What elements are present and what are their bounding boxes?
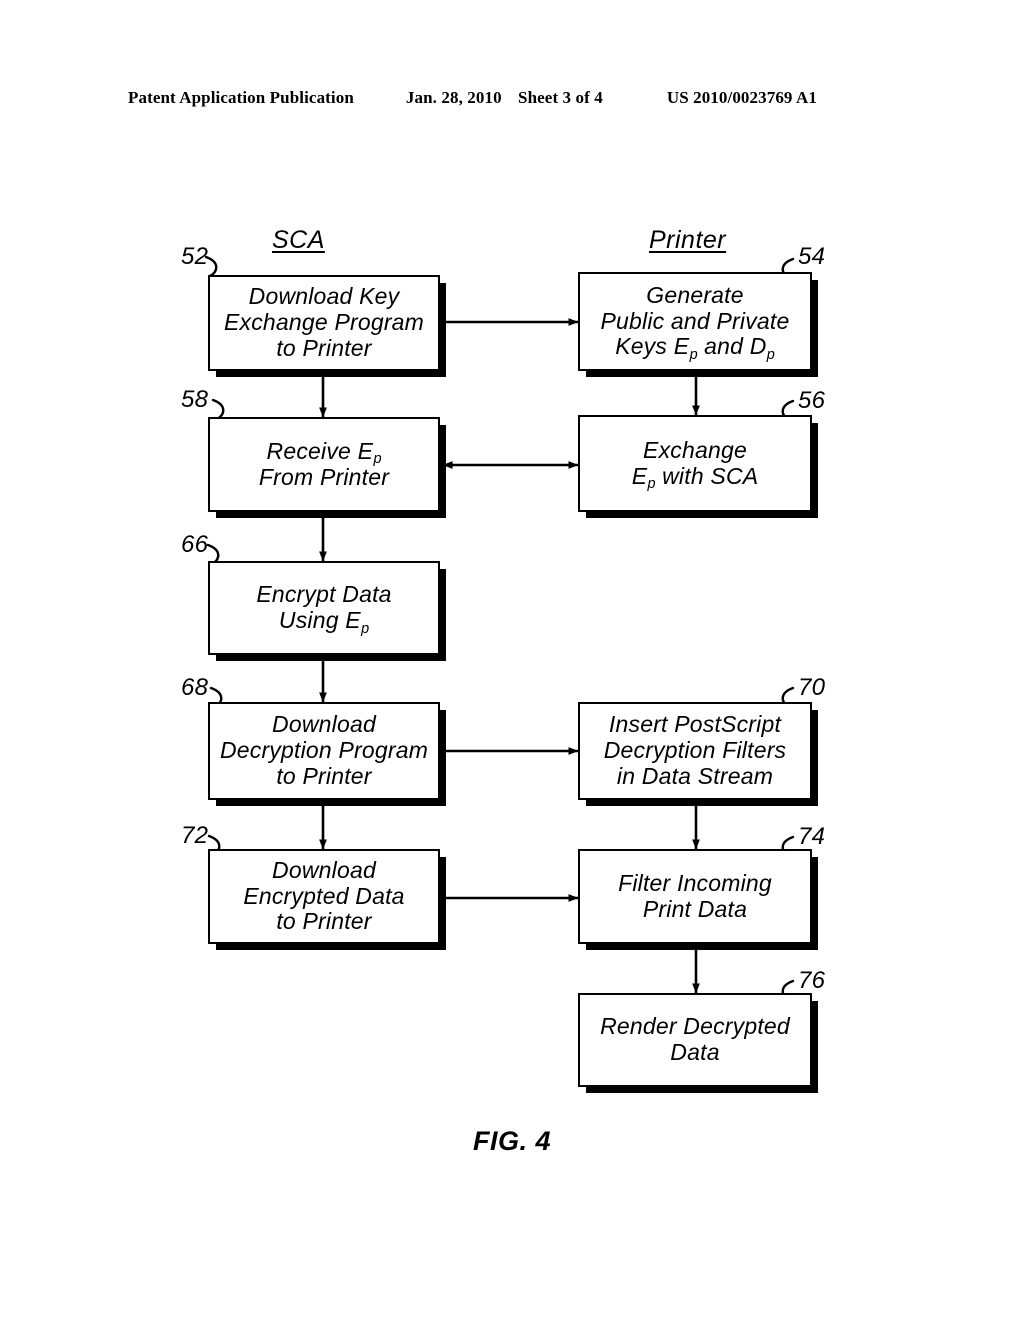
process-box-76-label: Render Decrypted Data [600, 1013, 790, 1065]
process-box-72[interactable]: Download Encrypted Data to Printer [208, 849, 440, 944]
process-box-74-label: Filter Incoming Print Data [618, 869, 772, 922]
ref-label-58: 58 [181, 386, 209, 413]
process-box-70[interactable]: Insert PostScript Decryption Filters in Da… [578, 702, 812, 800]
process-box-58-label: Receive Ep From Printer [258, 437, 390, 490]
ref-label-68: 68 [181, 674, 209, 701]
process-box-54[interactable]: Generate Public and Private Keys Ep and Dp [578, 272, 812, 371]
process-box-76[interactable]: Render Decrypted Data [578, 993, 812, 1087]
connector-layer [204, 255, 795, 1002]
process-box-56[interactable]: Exchange Ep with SCA [578, 415, 812, 512]
ref-label-52: 52 [181, 243, 209, 270]
column-heading-printer: Printer [649, 226, 727, 254]
ref-label-72: 72 [181, 822, 209, 849]
ref-label-76: 76 [798, 967, 826, 994]
process-box-56-label: Exchange Ep with SCA [631, 436, 759, 493]
process-box-52-label: Download Key Exchange Program to Printer [223, 283, 425, 361]
process-box-68-label: Download Decryption Program to Printer [219, 711, 429, 789]
ref-label-70: 70 [798, 674, 826, 701]
process-box-72-label: Download Encrypted Data to Printer [243, 856, 405, 935]
process-box-74[interactable]: Filter Incoming Print Data [578, 849, 812, 944]
ref-label-66: 66 [181, 531, 209, 558]
flowchart-figure: SCA Printer 52 54 58 56 66 68 70 72 74 7… [0, 0, 1024, 1320]
process-box-54-label: Generate Public and Private Keys Ep and Dp [600, 281, 790, 363]
process-box-68[interactable]: Download Decryption Program to Printer [208, 702, 440, 800]
ref-label-74: 74 [798, 823, 826, 850]
figure-caption: FIG. 4 [472, 1126, 551, 1156]
column-heading-sca: SCA [272, 226, 325, 254]
process-box-66-label: Encrypt Data Using Ep [256, 581, 392, 637]
ref-label-54: 54 [798, 243, 826, 270]
process-box-70-label: Insert PostScript Decryption Filters in Da… [603, 711, 787, 789]
process-box-58[interactable]: Receive Ep From Printer [208, 417, 440, 512]
process-box-52[interactable]: Download Key Exchange Program to Printer [208, 275, 440, 371]
process-box-66[interactable]: Encrypt Data Using Ep [208, 561, 440, 655]
ref-label-56: 56 [798, 387, 826, 414]
